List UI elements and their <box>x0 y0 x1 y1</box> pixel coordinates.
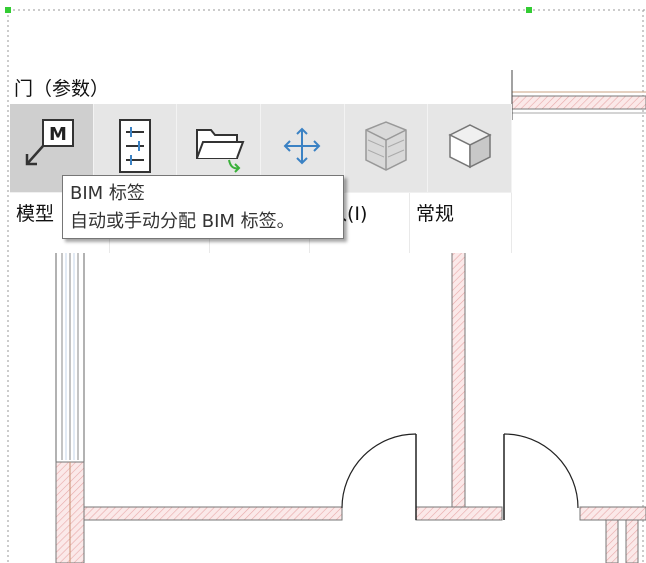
selection-grip-right <box>526 7 532 13</box>
selection-grip-left <box>5 7 11 13</box>
load-family-icon <box>189 116 249 180</box>
wall-top-right[interactable] <box>511 70 646 120</box>
panel-title: 门（参数） <box>14 78 110 100</box>
move-arrows-icon <box>277 121 327 175</box>
wall-button[interactable] <box>345 104 429 192</box>
cube-icon <box>445 121 495 175</box>
ribbon-label-generic: 常规 <box>410 193 512 253</box>
door-right[interactable] <box>503 433 579 520</box>
wall-bottom[interactable] <box>83 506 646 521</box>
tooltip: BIM 标签 自动或手动分配 BIM 标签。 <box>62 175 344 239</box>
bim-tags-icon <box>110 116 160 180</box>
generic-model-button[interactable] <box>428 104 513 192</box>
tooltip-title: BIM 标签 <box>70 183 145 204</box>
model-m-icon: M <box>21 116 81 180</box>
door-left[interactable] <box>341 433 417 520</box>
wall-left[interactable] <box>55 249 85 563</box>
tooltip-description: 自动或手动分配 BIM 标签。 <box>70 211 295 232</box>
svg-text:M: M <box>49 124 67 145</box>
wall-icon <box>356 116 416 180</box>
